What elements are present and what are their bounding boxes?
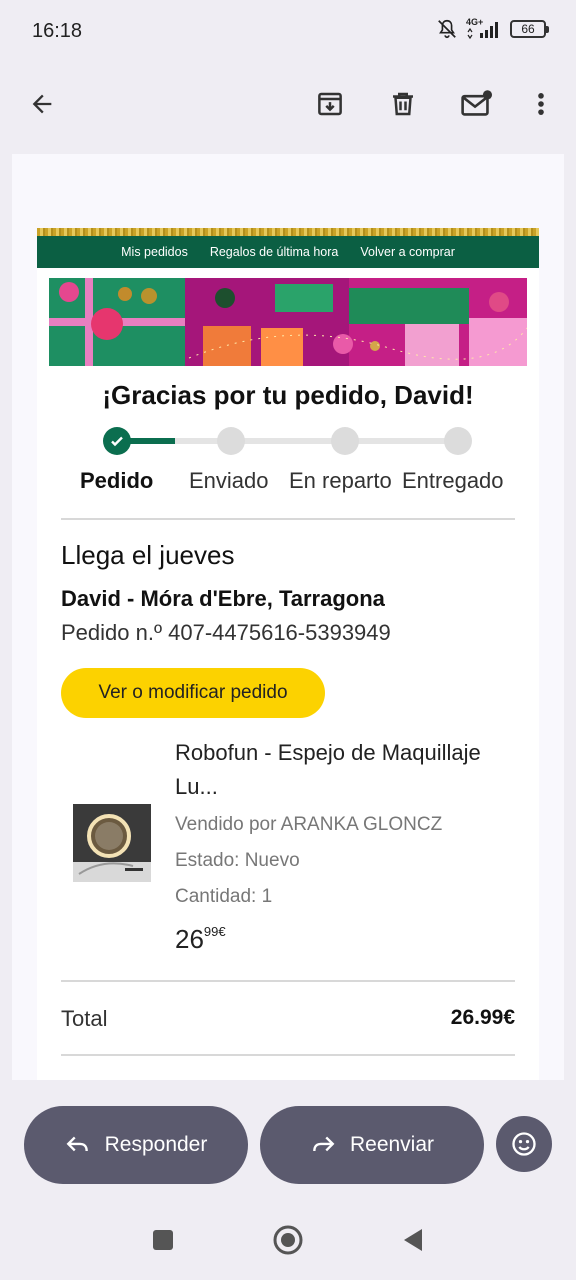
view-modify-order-button[interactable]: Ver o modificar pedido xyxy=(61,668,325,718)
divider xyxy=(61,518,515,520)
product-title[interactable]: Robofun - Espejo de Maquillaje Lu... xyxy=(175,736,525,804)
total-label: Total xyxy=(61,1006,108,1031)
step-label-shipped: Enviado xyxy=(189,468,269,493)
product-price: 2699€ xyxy=(175,924,226,955)
back-arrow-icon[interactable] xyxy=(18,80,66,128)
total-value: 26.99€ xyxy=(450,1006,515,1029)
product-seller: Vendido por ARANKA GLONCZ xyxy=(175,814,443,835)
muted-bell-icon xyxy=(436,18,458,40)
product-thumbnail[interactable] xyxy=(73,804,151,882)
forward-icon xyxy=(313,1136,335,1152)
status-bar: 16:18 4G+ 66 xyxy=(0,0,576,64)
system-nav-bar xyxy=(0,1200,576,1280)
email-nav-bar: Mis pedidos Regalos de última hora Volve… xyxy=(37,236,539,268)
step-check-icon xyxy=(103,427,131,455)
status-icons: 4G+ 66 xyxy=(436,18,549,40)
price-whole: 26 xyxy=(175,924,204,954)
emoji-icon xyxy=(512,1132,536,1156)
arrival-heading: Llega el jueves xyxy=(61,540,235,570)
reply-label: Responder xyxy=(104,1133,208,1156)
order-confirmation-card: Mis pedidos Regalos de última hora Volve… xyxy=(37,228,539,1080)
email-content[interactable]: Mis pedidos Regalos de última hora Volve… xyxy=(12,154,564,1080)
back-triangle-icon[interactable] xyxy=(396,1224,428,1256)
recent-apps-icon[interactable] xyxy=(147,1224,179,1256)
price-fraction: 99€ xyxy=(203,924,226,939)
nav-link-my-orders[interactable]: Mis pedidos xyxy=(121,245,188,259)
archive-icon[interactable] xyxy=(306,80,354,128)
divider xyxy=(61,1054,515,1056)
product-title-line1: Robofun - Espejo de Maquillaje xyxy=(175,740,481,765)
order-progress-tracker: Pedido Enviado En reparto Entregado xyxy=(37,424,539,504)
order-number: Pedido n.º 407-4475616-5393949 xyxy=(61,620,391,645)
decorative-gold-strip xyxy=(37,228,539,236)
step-dot xyxy=(444,427,472,455)
step-label-out-for-delivery: En reparto xyxy=(289,468,392,493)
emoji-reaction-button[interactable] xyxy=(496,1116,552,1172)
step-label-delivered: Entregado xyxy=(402,468,504,493)
battery-icon: 66 xyxy=(510,20,549,38)
reply-action-bar: Responder Reenviar xyxy=(0,1080,576,1200)
reply-icon xyxy=(66,1136,88,1152)
nav-link-last-minute-gifts[interactable]: Regalos de última hora xyxy=(210,245,339,259)
status-time: 16:18 xyxy=(32,20,83,42)
signal-icon: 4G+ xyxy=(466,18,502,40)
more-vert-icon[interactable] xyxy=(517,80,565,128)
forward-label: Reenviar xyxy=(349,1133,435,1156)
step-label-ordered: Pedido xyxy=(80,468,154,493)
home-icon[interactable] xyxy=(272,1224,304,1256)
mark-unread-icon[interactable] xyxy=(453,80,501,128)
nav-link-buy-again[interactable]: Volver a comprar xyxy=(360,245,454,259)
forward-button[interactable]: Reenviar xyxy=(260,1106,484,1184)
step-dot xyxy=(217,427,245,455)
recipient-address: David - Móra d'Ebre, Tarragona xyxy=(61,586,385,611)
reply-button[interactable]: Responder xyxy=(24,1106,248,1184)
holiday-gifts-banner[interactable] xyxy=(49,278,527,366)
product-quantity: Cantidad: 1 xyxy=(175,886,273,907)
divider xyxy=(61,980,515,982)
app-bar xyxy=(0,64,576,148)
product-title-line2: Lu... xyxy=(175,774,218,799)
product-condition: Estado: Nuevo xyxy=(175,850,300,871)
step-dot xyxy=(331,427,359,455)
greeting-heading: ¡Gracias por tu pedido, David! xyxy=(102,380,474,410)
delete-icon[interactable] xyxy=(379,80,427,128)
